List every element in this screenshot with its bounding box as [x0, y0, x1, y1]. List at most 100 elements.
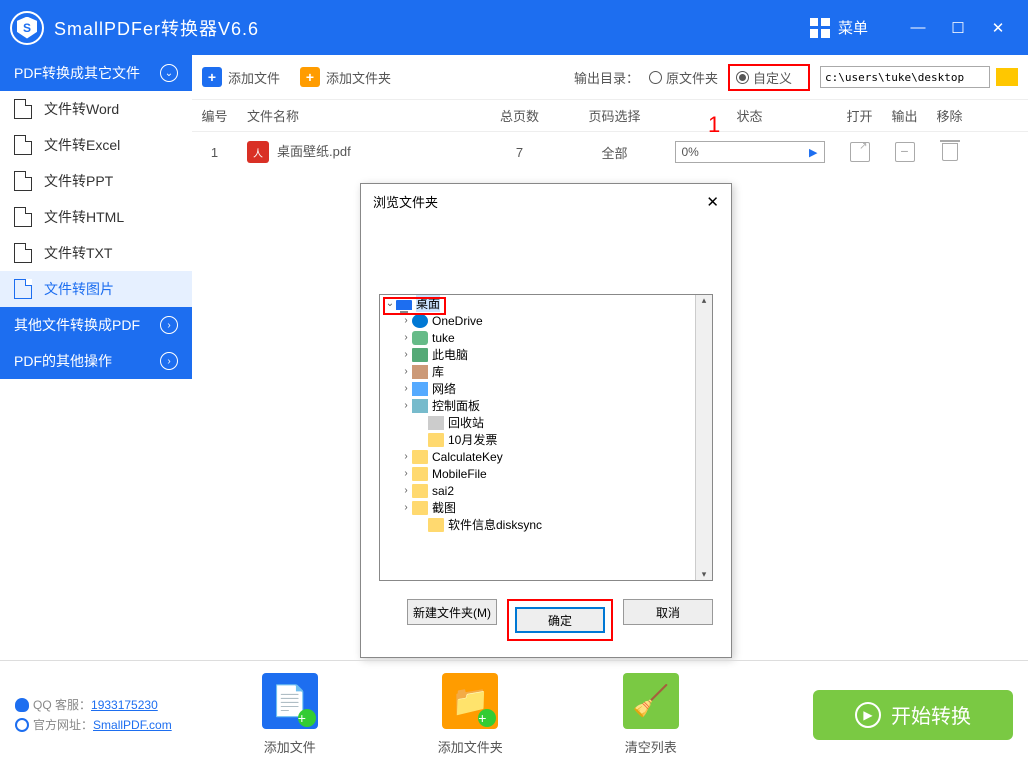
browse-folder-dialog: 浏览文件夹 ✕ ⌄桌面 ›OneDrive ›tuke ›此电脑 ›库 ›网络 …: [360, 183, 732, 658]
control-panel-icon: [412, 399, 428, 413]
plus-icon: +: [202, 67, 222, 87]
folder-icon: [412, 450, 428, 464]
row-page-select[interactable]: 全部: [567, 143, 662, 162]
sidebar-item-html[interactable]: 文件转HTML: [0, 199, 192, 235]
radio-original-folder[interactable]: 原文件夹: [649, 68, 718, 87]
bottom-add-folder-button[interactable]: 📁添加文件夹: [438, 673, 503, 756]
browse-folder-button[interactable]: [996, 68, 1018, 86]
folder-icon: [412, 467, 428, 481]
tree-item[interactable]: ›此电脑: [380, 346, 712, 363]
annotation-box-1: 自定义: [728, 64, 810, 91]
open-icon[interactable]: [850, 142, 870, 162]
sidebar: PDF转换成其它文件 ⌄ 文件转Word 文件转Excel 文件转PPT 文件转…: [0, 55, 192, 660]
row-progress[interactable]: 0%▶: [675, 141, 825, 163]
recycle-bin-icon: [428, 416, 444, 430]
annotation-1: 1: [708, 112, 720, 138]
close-button[interactable]: ✕: [978, 13, 1018, 43]
tree-item[interactable]: 回收站: [380, 414, 712, 431]
plus-icon: +: [300, 67, 320, 87]
table-row: 1 人桌面壁纸.pdf 7 全部 0%▶: [192, 132, 1028, 172]
output-dir-label: 输出目录：: [574, 68, 639, 87]
sidebar-item-excel[interactable]: 文件转Excel: [0, 127, 192, 163]
minimize-button[interactable]: —: [898, 13, 938, 43]
tree-item[interactable]: ›库: [380, 363, 712, 380]
add-file-icon: 📄: [262, 673, 318, 729]
qq-link[interactable]: 1933175230: [91, 698, 158, 712]
site-link[interactable]: SmallPDF.com: [93, 718, 172, 732]
cancel-button[interactable]: 取消: [623, 599, 713, 625]
user-icon: [412, 331, 428, 345]
ie-icon: [15, 718, 29, 732]
sidebar-item-image[interactable]: 文件转图片: [0, 271, 192, 307]
output-path-input[interactable]: [820, 66, 990, 88]
dialog-close-button[interactable]: ✕: [706, 193, 719, 211]
folder-icon: [412, 501, 428, 515]
sidebar-item-txt[interactable]: 文件转TXT: [0, 235, 192, 271]
bottom-add-file-button[interactable]: 📄添加文件: [262, 673, 318, 756]
file-icon: [14, 243, 32, 263]
tree-item[interactable]: ›CalculateKey: [380, 448, 712, 465]
table-header: 编号 文件名称 总页数 页码选择 状态 打开 输出 移除: [192, 100, 1028, 132]
chevron-right-icon: ›: [160, 352, 178, 370]
file-icon: [14, 135, 32, 155]
row-pages: 7: [472, 145, 567, 160]
menu-label[interactable]: 菜单: [838, 17, 868, 38]
desktop-icon: [396, 300, 412, 310]
library-icon: [412, 365, 428, 379]
dialog-title: 浏览文件夹: [373, 192, 438, 211]
annotation-box-2: [383, 297, 446, 315]
pc-icon: [412, 348, 428, 362]
folder-icon: [428, 433, 444, 447]
radio-custom-folder[interactable]: 自定义: [736, 68, 792, 87]
app-title: SmallPDFer转换器V6.6: [54, 15, 259, 41]
file-icon: [14, 171, 32, 191]
maximize-button[interactable]: ☐: [938, 13, 978, 43]
sidebar-cat-other-to-pdf[interactable]: 其他文件转换成PDF ›: [0, 307, 192, 343]
tree-item[interactable]: ›网络: [380, 380, 712, 397]
add-folder-icon: 📁: [442, 673, 498, 729]
tree-item[interactable]: ›MobileFile: [380, 465, 712, 482]
radio-icon: [649, 71, 662, 84]
row-number: 1: [192, 145, 237, 160]
tree-item[interactable]: ›截图: [380, 499, 712, 516]
file-icon: [14, 207, 32, 227]
add-file-button[interactable]: +添加文件: [202, 67, 280, 87]
menu-grid-icon[interactable]: [810, 18, 830, 38]
sidebar-cat-pdf-to-other[interactable]: PDF转换成其它文件 ⌄: [0, 55, 192, 91]
bottom-clear-button[interactable]: 🧹清空列表: [623, 673, 679, 756]
folder-icon: [412, 484, 428, 498]
bottom-bar: QQ 客服：1933175230 官方网址：SmallPDF.com 📄添加文件…: [0, 660, 1028, 768]
pdf-icon: 人: [247, 141, 269, 163]
tree-item[interactable]: 10月发票: [380, 431, 712, 448]
chevron-down-icon: ⌄: [160, 64, 178, 82]
cloud-icon: [412, 314, 428, 328]
add-folder-button[interactable]: +添加文件夹: [300, 67, 391, 87]
radio-icon: [736, 71, 749, 84]
tree-item[interactable]: 软件信息disksync: [380, 516, 712, 533]
sidebar-cat-pdf-ops[interactable]: PDF的其他操作 ›: [0, 343, 192, 379]
play-icon: ▶: [855, 702, 881, 728]
new-folder-button[interactable]: 新建文件夹(M): [407, 599, 497, 625]
toolbar: +添加文件 +添加文件夹 输出目录： 原文件夹 自定义: [192, 55, 1028, 100]
qq-icon: [15, 698, 29, 712]
play-icon: ▶: [809, 146, 817, 159]
file-icon: [14, 279, 32, 299]
file-icon: [14, 99, 32, 119]
sidebar-item-word[interactable]: 文件转Word: [0, 91, 192, 127]
chevron-right-icon: ›: [160, 316, 178, 334]
app-logo: S: [10, 11, 44, 45]
contact-info: QQ 客服：1933175230 官方网址：SmallPDF.com: [15, 695, 172, 735]
tree-item[interactable]: ›sai2: [380, 482, 712, 499]
trash-icon[interactable]: [942, 143, 958, 161]
tree-item[interactable]: ›tuke: [380, 329, 712, 346]
ok-button[interactable]: 确定: [515, 607, 605, 633]
clear-icon: 🧹: [623, 673, 679, 729]
network-icon: [412, 382, 428, 396]
folder-tree[interactable]: ⌄桌面 ›OneDrive ›tuke ›此电脑 ›库 ›网络 ›控制面板 回收…: [379, 294, 713, 581]
folder-icon: [428, 518, 444, 532]
output-icon[interactable]: [895, 142, 915, 162]
tree-item[interactable]: ›控制面板: [380, 397, 712, 414]
sidebar-item-ppt[interactable]: 文件转PPT: [0, 163, 192, 199]
scrollbar[interactable]: [695, 295, 712, 580]
start-convert-button[interactable]: ▶开始转换: [813, 690, 1013, 740]
